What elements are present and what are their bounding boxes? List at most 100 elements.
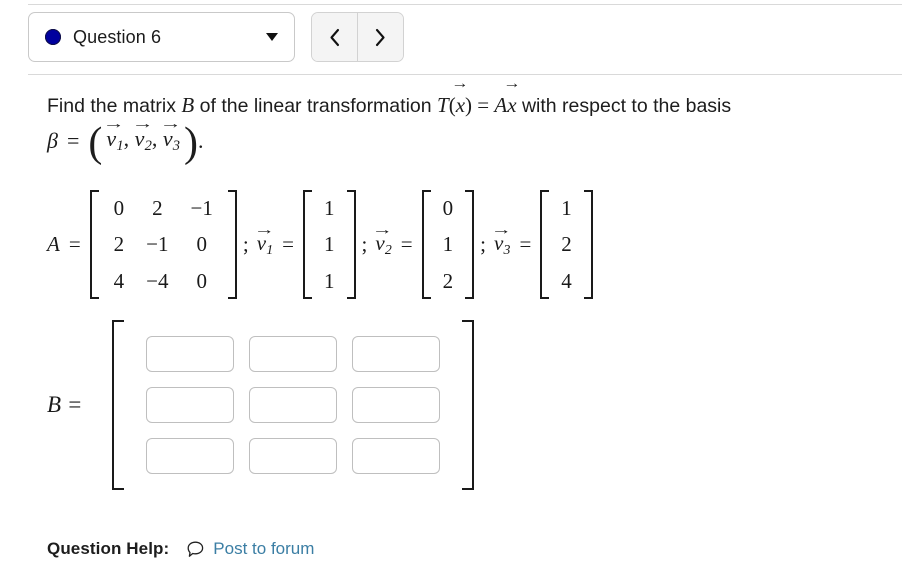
question-help-label: Question Help:	[47, 539, 170, 558]
vector-v2: 0 1 2	[421, 190, 475, 300]
matrix-a-label: A	[47, 232, 60, 257]
table-row: 0	[435, 190, 462, 226]
previous-question-button[interactable]	[312, 13, 357, 61]
table-row: 2 −1 0	[103, 226, 224, 262]
prompt-text-before: Find the matrix	[47, 95, 182, 117]
table-row: 4 −4 0	[103, 263, 224, 299]
table-row: 0 2 −1	[103, 190, 224, 226]
given-values-row: A = 0 2 −1 2 −1 0 4 −4 0 ; v1 → = 1 1 1 …	[47, 190, 593, 300]
answer-bracket-right	[461, 320, 475, 490]
prompt-matrix-symbol: B	[181, 93, 195, 117]
answer-input-r1c2[interactable]	[249, 336, 338, 372]
vector-v3-label: v3	[494, 231, 510, 258]
vector-v3-table: 1 2 4	[553, 190, 580, 299]
basis-definition: β = ( v1, v2, v3 ) .	[47, 122, 204, 164]
chevron-down-icon	[266, 33, 278, 41]
next-question-button[interactable]	[357, 13, 403, 61]
answer-input-r2c3[interactable]	[352, 387, 441, 423]
answer-bracket-left	[112, 320, 125, 490]
matrix-a-table: 0 2 −1 2 −1 0 4 −4 0	[103, 190, 224, 299]
post-to-forum-link[interactable]: Post to forum	[186, 539, 314, 559]
matrix-a-cell: 0	[113, 196, 125, 220]
basis-period: .	[198, 127, 204, 153]
separator-1: ;	[242, 232, 249, 257]
matrix-a-cell: −4	[146, 268, 169, 293]
vector-v2-table: 0 1 2	[435, 190, 462, 299]
basis-vector-2: v2	[135, 126, 152, 155]
separator-2: ;	[361, 232, 368, 257]
vector-cell: 1	[324, 268, 335, 293]
bracket-right	[227, 190, 237, 300]
chevron-left-icon	[330, 28, 340, 46]
vector-v2-label: v2	[375, 231, 391, 258]
answer-matrix-b: B =	[47, 320, 475, 490]
post-to-forum-label: Post to forum	[213, 539, 315, 558]
table-row: 1	[316, 190, 343, 226]
answer-input-r1c1[interactable]	[146, 336, 235, 372]
vector-v2-equals: =	[400, 232, 413, 257]
vector-cell: 1	[561, 196, 572, 220]
question-pager	[311, 12, 404, 62]
vector-v1-table: 1 1 1	[316, 190, 343, 299]
basis-vector-3: v3	[163, 126, 180, 155]
vector-cell: 1	[324, 196, 335, 220]
prompt-transform-expression: T(x) = Ax	[437, 93, 517, 117]
answer-input-r2c1[interactable]	[146, 387, 235, 423]
bracket-left	[89, 190, 100, 300]
table-row: 1	[316, 263, 343, 299]
chevron-right-icon	[375, 28, 385, 46]
vector-cell: 4	[561, 268, 572, 293]
vector-v1: 1 1 1	[303, 190, 356, 300]
speech-bubble-icon	[187, 541, 204, 557]
vector-cell: 0	[442, 196, 454, 220]
separator-3: ;	[480, 232, 486, 257]
basis-symbol: β	[47, 127, 58, 153]
table-row: 1	[435, 226, 462, 262]
vector-cell: 2	[442, 268, 454, 293]
prompt-text-mid: of the linear transformation	[194, 95, 438, 117]
vector-v1-equals: =	[282, 232, 294, 257]
bracket-left	[540, 190, 550, 300]
matrix-a-cell: 2	[152, 196, 163, 220]
prompt-text-after: with respect to the basis	[516, 95, 732, 117]
matrix-a-cell: −1	[146, 232, 169, 257]
answer-input-r3c1[interactable]	[146, 438, 235, 474]
vector-cell: 1	[442, 232, 454, 257]
answer-matrix-label: B =	[47, 392, 83, 417]
matrix-a-cell: 4	[113, 268, 125, 293]
matrix-a: 0 2 −1 2 −1 0 4 −4 0	[89, 190, 237, 300]
table-row: 4	[553, 263, 580, 299]
table-row: 1	[316, 226, 343, 262]
vector-v3: 1 2 4	[540, 190, 593, 300]
table-row: 2	[553, 226, 580, 262]
question-selector-label: Question 6	[73, 26, 162, 47]
top-divider	[28, 4, 902, 5]
bracket-left	[303, 190, 313, 300]
answer-input-r2c2[interactable]	[249, 387, 338, 423]
matrix-a-equals: =	[68, 232, 81, 257]
vector-v1-label: v1	[257, 231, 273, 258]
bracket-left	[421, 190, 432, 300]
basis-vector-1: v1	[106, 126, 123, 155]
question-help: Question Help: Post to forum	[47, 539, 314, 559]
table-row: 1	[553, 190, 580, 226]
basis-equals: =	[66, 127, 80, 153]
bracket-right	[346, 190, 356, 300]
matrix-a-cell: 0	[196, 232, 207, 257]
question-nav-bar: Question 6	[28, 12, 404, 62]
table-row: 2	[435, 263, 462, 299]
bracket-right	[583, 190, 593, 300]
bracket-right	[464, 190, 475, 300]
vector-v3-equals: =	[519, 232, 532, 257]
vector-cell: 1	[324, 232, 335, 257]
vector-cell: 2	[561, 232, 572, 257]
matrix-a-cell: 0	[196, 268, 207, 293]
answer-input-grid	[125, 320, 461, 490]
matrix-a-cell: 2	[113, 232, 125, 257]
question-selector-dropdown[interactable]: Question 6	[28, 12, 295, 62]
nav-bottom-divider	[28, 74, 902, 75]
question-status-dot-icon	[45, 29, 61, 45]
answer-input-r3c3[interactable]	[352, 438, 441, 474]
answer-input-r3c2[interactable]	[249, 438, 338, 474]
answer-input-r1c3[interactable]	[352, 336, 441, 372]
